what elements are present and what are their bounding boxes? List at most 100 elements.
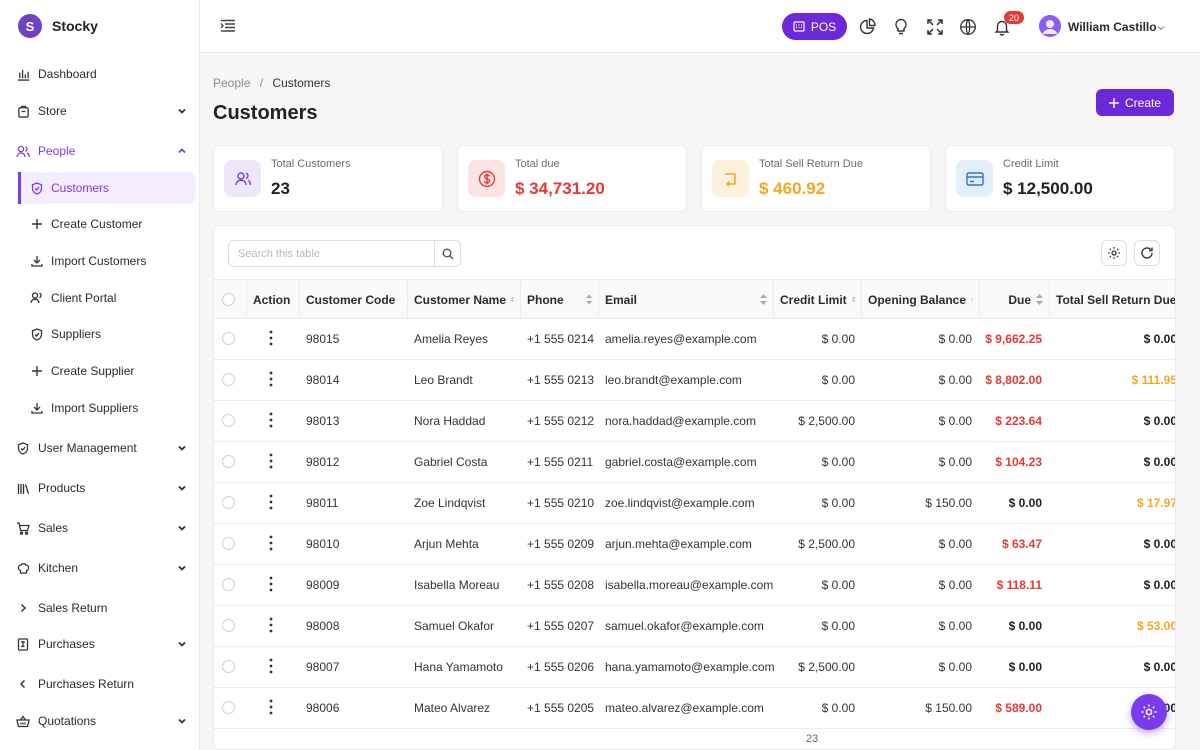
row-checkbox[interactable] <box>222 660 235 673</box>
pos-button[interactable]: POS <box>782 13 847 40</box>
cell-total-sell-return-due: $ 0.00 <box>1143 578 1176 592</box>
sidebar-item-dashboard[interactable]: Dashboard <box>0 56 200 92</box>
fullscreen-icon[interactable] <box>926 18 944 36</box>
cell-customer-code: 98006 <box>306 701 340 715</box>
cell-phone: +1 555 0207 <box>527 619 595 633</box>
cell-credit-limit: $ 2,500.00 <box>798 660 855 674</box>
column-header-total-sell-return-due[interactable]: Total Sell Return Due <box>1049 280 1175 319</box>
row-checkbox[interactable] <box>222 496 235 509</box>
chevron-left-icon <box>16 677 30 691</box>
avatar[interactable] <box>1039 15 1061 37</box>
table-row[interactable]: 98006 Mateo Alvarez +1 555 0205 mateo.alvar… <box>214 688 1175 729</box>
cell-due: $ 63.47 <box>1001 537 1042 551</box>
sidebar-item-people[interactable]: People <box>0 133 200 169</box>
refresh-button[interactable] <box>1134 240 1160 266</box>
more-actions-icon[interactable] <box>265 329 277 347</box>
cell-due: $ 0.00 <box>1008 496 1042 510</box>
cell-phone: +1 555 0214 <box>527 332 595 346</box>
column-header-credit-limit[interactable]: Credit Limit <box>773 280 861 319</box>
sidebar-item-client-portal[interactable]: Client Portal <box>18 282 196 314</box>
more-actions-icon[interactable] <box>265 575 277 593</box>
column-header-phone[interactable]: Phone <box>520 280 598 319</box>
row-checkbox[interactable] <box>222 373 235 386</box>
table-row[interactable]: 98012 Gabriel Costa +1 555 0211 gabriel.cos… <box>214 442 1175 483</box>
row-checkbox[interactable] <box>222 332 235 345</box>
chevron-up-icon <box>178 148 186 154</box>
row-checkbox[interactable] <box>222 455 235 468</box>
column-header-email[interactable]: Email <box>598 280 773 319</box>
chevron-down-icon[interactable] <box>1156 23 1166 33</box>
column-header-opening-balance[interactable]: Opening Balance <box>861 280 979 319</box>
table-row[interactable]: 98010 Arjun Mehta +1 555 0209 arjun.mehta@e… <box>214 524 1175 565</box>
column-header-due[interactable]: Due <box>979 280 1049 319</box>
cell-due: $ 104.23 <box>995 455 1042 469</box>
row-checkbox[interactable] <box>222 537 235 550</box>
sidebar-item-sales[interactable]: Sales <box>0 510 200 546</box>
cell-customer-name: Samuel Okafor <box>414 619 495 633</box>
cell-opening-balance: $ 0.00 <box>938 332 972 346</box>
select-all-checkbox[interactable] <box>222 293 235 306</box>
row-checkbox[interactable] <box>222 701 235 714</box>
sidebar-item-kitchen[interactable]: Kitchen <box>0 550 200 586</box>
more-actions-icon[interactable] <box>265 411 277 429</box>
sidebar-item-quotations[interactable]: Quotations <box>0 703 200 739</box>
row-checkbox[interactable] <box>222 414 235 427</box>
more-actions-icon[interactable] <box>265 616 277 634</box>
sidebar-item-sales-return[interactable]: Sales Return <box>0 590 200 626</box>
column-header-customer-name[interactable]: Customer Name <box>407 280 520 319</box>
pagination: 23 <box>806 733 818 745</box>
row-checkbox[interactable] <box>222 619 235 632</box>
sidebar-item-create-customer[interactable]: Create Customer <box>18 208 196 240</box>
table-settings-button[interactable] <box>1101 240 1127 266</box>
cell-email: zoe.lindqvist@example.com <box>605 496 755 510</box>
table-row[interactable]: 98014 Leo Brandt +1 555 0213 leo.brandt@exa… <box>214 360 1175 401</box>
more-actions-icon[interactable] <box>265 698 277 716</box>
people-icon <box>224 160 261 197</box>
more-actions-icon[interactable] <box>265 452 277 470</box>
search-icon[interactable] <box>434 241 460 266</box>
cell-opening-balance: $ 0.00 <box>938 578 972 592</box>
cell-phone: +1 555 0213 <box>527 373 595 387</box>
sidebar-item-import-customers[interactable]: Import Customers <box>18 245 196 277</box>
globe-icon[interactable] <box>959 18 977 36</box>
row-checkbox[interactable] <box>222 578 235 591</box>
table-row[interactable]: 98007 Hana Yamamoto +1 555 0206 hana.yamamo… <box>214 647 1175 688</box>
sidebar-item-create-supplier[interactable]: Create Supplier <box>18 355 196 387</box>
sidebar-item-products[interactable]: Products <box>0 470 200 506</box>
sidebar-item-import-suppliers[interactable]: Import Suppliers <box>18 392 196 424</box>
more-actions-icon[interactable] <box>265 493 277 511</box>
column-header-customer-code[interactable]: Customer Code <box>299 280 407 319</box>
more-actions-icon[interactable] <box>265 370 277 388</box>
sidebar-item-purchases-return[interactable]: Purchases Return <box>0 666 200 702</box>
more-actions-icon[interactable] <box>265 657 277 675</box>
sidebar-item-purchases[interactable]: Purchases <box>0 626 200 662</box>
chevron-right-icon <box>16 601 30 615</box>
sidebar-item-customers[interactable]: Customers <box>18 172 196 204</box>
pie-chart-icon[interactable] <box>859 18 877 36</box>
cell-opening-balance: $ 0.00 <box>938 660 972 674</box>
sidebar-item-store[interactable]: Store <box>0 93 200 129</box>
sidebar-item-suppliers[interactable]: Suppliers <box>18 318 196 350</box>
cell-phone: +1 555 0206 <box>527 660 595 674</box>
cell-customer-code: 98008 <box>306 619 340 633</box>
cell-customer-code: 98007 <box>306 660 340 674</box>
bar-chart-icon <box>16 67 30 81</box>
table-row[interactable]: 98015 Amelia Reyes +1 555 0214 amelia.reyes… <box>214 319 1175 360</box>
table-row[interactable]: 98009 Isabella Moreau +1 555 0208 isabella.… <box>214 565 1176 606</box>
main-content: People / Customers Customers Create Tota… <box>200 53 1200 750</box>
more-actions-icon[interactable] <box>265 534 277 552</box>
menu-toggle-icon[interactable] <box>220 18 236 34</box>
sidebar-item-user-management[interactable]: User Management <box>0 430 200 466</box>
brand[interactable]: S Stocky <box>0 0 199 52</box>
lightbulb-icon[interactable] <box>892 18 910 36</box>
breadcrumb-parent[interactable]: People <box>213 76 250 90</box>
create-button[interactable]: Create <box>1096 89 1174 116</box>
customizer-button[interactable] <box>1131 694 1167 730</box>
user-name[interactable]: William Castillo <box>1068 20 1157 34</box>
table-row[interactable]: 98011 Zoe Lindqvist +1 555 0210 zoe.lindqvi… <box>214 483 1175 524</box>
cell-due: $ 0.00 <box>1008 660 1042 674</box>
books-icon <box>16 481 30 495</box>
table-row[interactable]: 98013 Nora Haddad +1 555 0212 nora.haddad@e… <box>214 401 1175 442</box>
table-row[interactable]: 98008 Samuel Okafor +1 555 0207 samuel.okaf… <box>214 606 1175 647</box>
search-input[interactable] <box>229 241 435 266</box>
